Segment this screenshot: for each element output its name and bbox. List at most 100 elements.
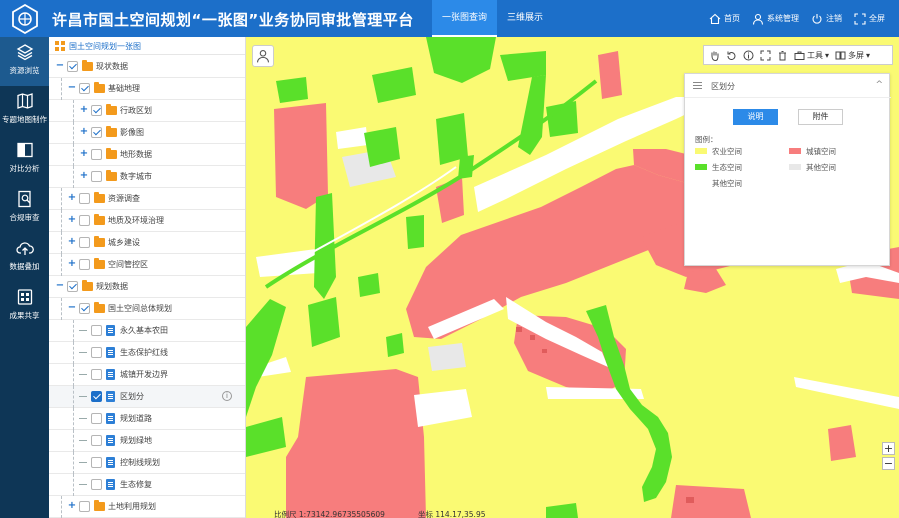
legend-title: 图例： bbox=[695, 135, 718, 144]
expand-icon[interactable]: + bbox=[67, 215, 77, 225]
layer-checkbox[interactable] bbox=[91, 413, 102, 424]
tab-map-query[interactable]: 一张图查询 bbox=[432, 0, 498, 37]
layer-checkbox[interactable] bbox=[91, 369, 102, 380]
expand-icon[interactable]: + bbox=[67, 237, 77, 247]
clear-tool-button[interactable] bbox=[777, 50, 788, 61]
sidebar-item-thematic-map[interactable]: 专题地图制作 bbox=[0, 86, 49, 135]
tree-row[interactable]: + 城乡建设 bbox=[49, 232, 245, 254]
layer-checkbox[interactable] bbox=[79, 215, 90, 226]
pan-tool-button[interactable] bbox=[709, 50, 720, 61]
tree-row[interactable]: + 地形数据 bbox=[49, 144, 245, 166]
tree-row[interactable]: − 规划数据 bbox=[49, 276, 245, 298]
layer-checkbox[interactable] bbox=[79, 259, 90, 270]
sidebar-item-results-share[interactable]: 成果共享 bbox=[0, 282, 49, 331]
fullscreen-button[interactable]: 全屏 bbox=[854, 12, 885, 25]
coordinate-readout: 坐标 114.17,35.95 bbox=[418, 510, 486, 518]
tab-3d-view[interactable]: 三维展示 bbox=[497, 0, 553, 37]
tree-row[interactable]: 区划分 i bbox=[49, 386, 245, 408]
sidebar-item-compare[interactable]: 对比分析 bbox=[0, 135, 49, 184]
tree-row[interactable]: 规划道路 bbox=[49, 408, 245, 430]
tree-row[interactable]: − 现状数据 bbox=[49, 56, 245, 78]
layer-checkbox[interactable] bbox=[91, 479, 102, 490]
tree-row[interactable]: − 国土空间总体规划 bbox=[49, 298, 245, 320]
expand-icon[interactable]: + bbox=[67, 259, 77, 269]
menu-icon[interactable] bbox=[693, 82, 702, 89]
collapse-icon[interactable]: − bbox=[67, 83, 77, 93]
layer-checkbox[interactable] bbox=[67, 61, 78, 72]
folder-icon bbox=[94, 258, 105, 269]
tree-row[interactable]: 永久基本农田 bbox=[49, 320, 245, 342]
expand-icon[interactable]: + bbox=[79, 149, 89, 159]
collapse-icon[interactable]: − bbox=[55, 281, 65, 291]
layer-checkbox[interactable] bbox=[91, 347, 102, 358]
tree-row[interactable]: 控制线规划 bbox=[49, 452, 245, 474]
extent-tool-button[interactable] bbox=[760, 50, 771, 61]
multiscreen-dropdown[interactable]: 多屏 ▾ bbox=[835, 50, 870, 61]
collapse-icon[interactable]: ^ bbox=[875, 80, 883, 90]
sidebar-item-data-overlay[interactable]: 数据叠加 bbox=[0, 233, 49, 282]
layer-checkbox[interactable] bbox=[67, 281, 78, 292]
layer-file-icon bbox=[106, 391, 115, 402]
tree-row[interactable]: 生态修复 bbox=[49, 474, 245, 496]
layer-checkbox[interactable] bbox=[91, 105, 102, 116]
tree-row[interactable]: + 行政区划 bbox=[49, 100, 245, 122]
expand-icon[interactable]: + bbox=[67, 193, 77, 203]
layer-checkbox[interactable] bbox=[79, 83, 90, 94]
layer-checkbox[interactable] bbox=[79, 303, 90, 314]
layer-checkbox[interactable] bbox=[91, 435, 102, 446]
folder-icon bbox=[94, 82, 105, 93]
tree-row-label: 土地利用规划 bbox=[108, 502, 156, 511]
collapse-icon[interactable]: − bbox=[67, 303, 77, 313]
home-button[interactable]: 首页 bbox=[709, 13, 740, 25]
tree-row-label: 资源调查 bbox=[108, 194, 140, 203]
legend-swatch bbox=[695, 164, 707, 170]
layer-checkbox[interactable] bbox=[91, 325, 102, 336]
legend-item-other-gray: 其他空间 bbox=[789, 162, 836, 172]
layer-checkbox[interactable] bbox=[79, 193, 90, 204]
layer-checkbox[interactable] bbox=[79, 501, 90, 512]
folder-icon bbox=[106, 104, 117, 115]
zoom-out-button[interactable]: − bbox=[882, 457, 895, 470]
sidebar-item-resource-browse[interactable]: 资源浏览 bbox=[0, 37, 49, 86]
home-label: 首页 bbox=[724, 14, 740, 23]
collapse-icon[interactable]: − bbox=[55, 61, 65, 71]
tree-row[interactable]: + 数字城市 bbox=[49, 166, 245, 188]
expand-icon[interactable]: + bbox=[67, 501, 77, 511]
map-view[interactable]: 工具 ▾ 多屏 ▾ 区划分 ^ 说明 附件 图例： 农业空间 城镇空间 生态空间 其… bbox=[246, 37, 899, 518]
tree-row[interactable]: + 空间管控区 bbox=[49, 254, 245, 276]
system-admin-button[interactable]: 系统管理 bbox=[752, 13, 799, 25]
tree-row[interactable]: 生态保护红线 bbox=[49, 342, 245, 364]
tree-row[interactable]: + 地质及环境治理 bbox=[49, 210, 245, 232]
tree-row-label: 规划道路 bbox=[120, 414, 152, 423]
tree-row[interactable]: − 基础地理 bbox=[49, 78, 245, 100]
sidebar-label-thematic-map: 专题地图制作 bbox=[2, 115, 47, 124]
layer-checkbox[interactable] bbox=[79, 237, 90, 248]
tab-description[interactable]: 说明 bbox=[733, 109, 778, 125]
legend-item-eco: 生态空间 bbox=[695, 162, 742, 172]
layer-panel-title: 区划分 bbox=[711, 82, 735, 91]
tools-dropdown[interactable]: 工具 ▾ bbox=[794, 50, 829, 61]
info-icon[interactable]: i bbox=[222, 391, 232, 401]
logout-button[interactable]: 注销 bbox=[811, 13, 842, 25]
map-home-button[interactable] bbox=[252, 45, 274, 67]
layer-checkbox[interactable] bbox=[91, 149, 102, 160]
tab-attachment[interactable]: 附件 bbox=[798, 109, 843, 125]
expand-icon[interactable]: + bbox=[79, 105, 89, 115]
zoom-in-button[interactable]: + bbox=[882, 442, 895, 455]
tree-connector bbox=[79, 418, 87, 419]
layer-checkbox[interactable] bbox=[91, 127, 102, 138]
tree-row[interactable]: 规划绿地 bbox=[49, 430, 245, 452]
expand-icon[interactable]: + bbox=[79, 127, 89, 137]
tree-row[interactable]: + 影像图 bbox=[49, 122, 245, 144]
sidebar-item-audit[interactable]: 合规审查 bbox=[0, 184, 49, 233]
expand-icon[interactable]: + bbox=[79, 171, 89, 181]
tree-row[interactable]: 城镇开发边界 bbox=[49, 364, 245, 386]
tree-row[interactable]: + 土地利用规划 bbox=[49, 496, 245, 518]
layer-checkbox[interactable] bbox=[91, 391, 102, 402]
layer-checkbox[interactable] bbox=[91, 457, 102, 468]
tree-row-label: 国土空间总体规划 bbox=[108, 304, 172, 313]
info-tool-button[interactable] bbox=[743, 50, 754, 61]
layer-checkbox[interactable] bbox=[91, 171, 102, 182]
rotate-tool-button[interactable] bbox=[726, 50, 737, 61]
tree-row[interactable]: + 资源调查 bbox=[49, 188, 245, 210]
